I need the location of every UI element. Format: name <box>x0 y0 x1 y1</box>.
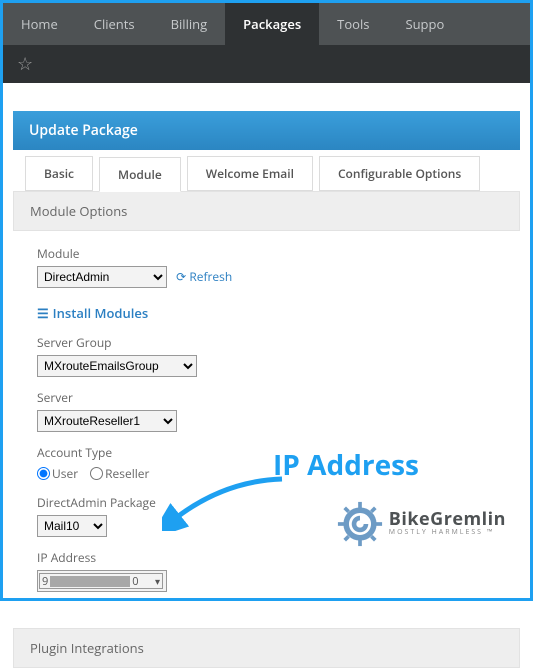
tab-basic[interactable]: Basic <box>25 156 93 191</box>
nav-clients[interactable]: Clients <box>76 3 153 45</box>
da-package-label: DirectAdmin Package <box>37 494 500 511</box>
server-group-select[interactable]: MXrouteEmailsGroup <box>37 355 197 377</box>
panel-title: Update Package <box>13 111 520 150</box>
sub-bar: ☆ <box>3 45 530 83</box>
tabs: Basic Module Welcome Email Configurable … <box>3 150 530 191</box>
tab-configurable-options[interactable]: Configurable Options <box>319 156 480 191</box>
da-package-select[interactable]: Mail10 <box>37 515 107 537</box>
radio-user[interactable] <box>37 467 50 480</box>
server-group-label: Server Group <box>37 334 500 351</box>
form-area: Module DirectAdmin ⟳ Refresh ☰ Install M… <box>13 231 520 624</box>
install-modules-label: Install Modules <box>53 304 149 322</box>
favorite-star-icon[interactable]: ☆ <box>17 52 33 76</box>
radio-reseller-label: Reseller <box>105 465 149 482</box>
ip-select[interactable]: 9 <box>37 570 167 592</box>
nav-billing[interactable]: Billing <box>153 3 226 45</box>
radio-reseller-wrap[interactable]: Reseller <box>90 465 149 482</box>
tab-module[interactable]: Module <box>99 157 181 192</box>
section-module-options: Module Options <box>13 191 520 231</box>
refresh-link[interactable]: ⟳ Refresh <box>176 268 232 285</box>
server-select[interactable]: MXrouteReseller1 <box>37 410 177 432</box>
nav-home[interactable]: Home <box>3 3 76 45</box>
nav-packages[interactable]: Packages <box>225 3 319 45</box>
module-label: Module <box>37 245 500 262</box>
refresh-label: Refresh <box>189 268 232 285</box>
install-modules-link[interactable]: ☰ Install Modules <box>37 304 148 322</box>
radio-reseller[interactable] <box>90 467 103 480</box>
top-nav: Home Clients Billing Packages Tools Supp… <box>3 3 530 45</box>
section-plugin-integrations: Plugin Integrations <box>13 628 520 668</box>
ip-label: IP Address <box>37 549 500 566</box>
server-label: Server <box>37 389 500 406</box>
module-select[interactable]: DirectAdmin <box>37 266 167 288</box>
list-icon: ☰ <box>37 304 49 322</box>
radio-user-label: User <box>52 465 78 482</box>
nav-tools[interactable]: Tools <box>319 3 387 45</box>
tab-welcome-email[interactable]: Welcome Email <box>187 156 313 191</box>
nav-support[interactable]: Suppo <box>387 3 462 45</box>
refresh-icon: ⟳ <box>176 268 186 285</box>
account-type-label: Account Type <box>37 444 500 461</box>
radio-user-wrap[interactable]: User <box>37 465 78 482</box>
